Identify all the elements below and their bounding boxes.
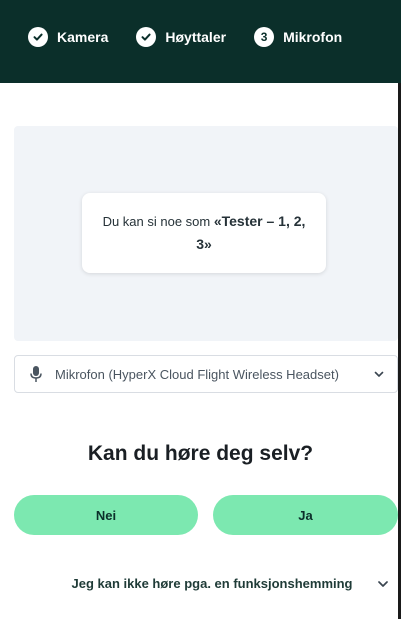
- accessibility-disclosure[interactable]: Jeg kan ikke høre pga. en funksjonshemmi…: [14, 560, 398, 608]
- no-button[interactable]: Nei: [14, 495, 198, 535]
- step-speaker[interactable]: Høyttaler: [136, 26, 227, 47]
- step-label: Kamera: [57, 28, 109, 45]
- speak-prompt-card: Du kan si noe som «Tester – 1, 2, 3»: [82, 193, 326, 273]
- chevron-down-icon: [378, 581, 388, 587]
- step-microphone[interactable]: 3 Mikrofon: [254, 26, 343, 47]
- prompt-text: Du kan si noe som: [102, 214, 214, 229]
- accessibility-label: Jeg kan ikke høre pga. en funksjonshemmi…: [71, 576, 353, 591]
- chevron-down-icon: [374, 371, 384, 377]
- microphone-icon: [30, 366, 42, 382]
- step-label: Mikrofon: [283, 28, 343, 45]
- microphone-select-value: Mikrofon (HyperX Cloud Flight Wireless H…: [55, 366, 339, 382]
- step-label: Høyttaler: [165, 28, 227, 45]
- microphone-select[interactable]: Mikrofon (HyperX Cloud Flight Wireless H…: [14, 355, 398, 393]
- setup-steps-bar: Kamera Høyttaler 3 Mikrofon: [0, 0, 401, 83]
- check-icon: [28, 26, 48, 47]
- check-icon: [136, 26, 157, 47]
- step-number-badge: 3: [254, 26, 275, 47]
- yes-button[interactable]: Ja: [213, 495, 398, 535]
- step-camera[interactable]: Kamera: [28, 26, 109, 47]
- hear-yourself-question: Kan du høre deg selv?: [87, 442, 314, 465]
